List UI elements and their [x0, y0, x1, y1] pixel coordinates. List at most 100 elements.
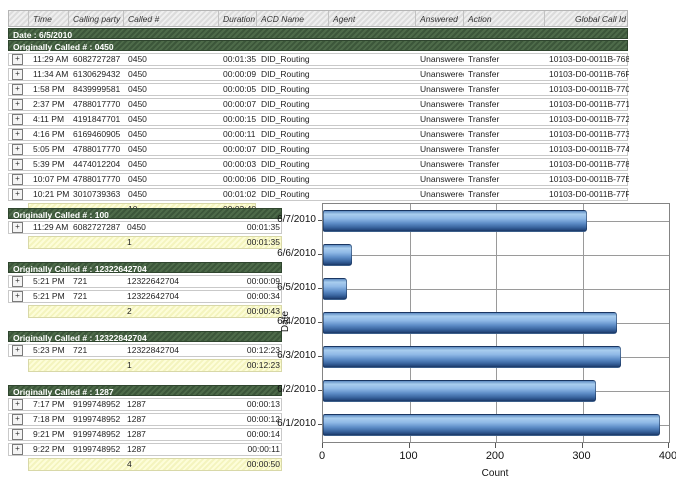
- x-axis-tick-label: 0: [302, 450, 342, 462]
- expand-cell: +: [9, 84, 29, 95]
- report-screen: TimeCalling party #Called #DurationACD N…: [0, 0, 676, 485]
- expand-icon[interactable]: +: [12, 291, 23, 302]
- global-call-id-cell: 10103-D0-0011B-77E: [545, 174, 629, 185]
- expand-icon[interactable]: +: [12, 159, 23, 170]
- duration-cell: 00:00:13: [219, 399, 283, 410]
- header-cell[interactable]: Action: [464, 11, 545, 26]
- time-cell: 1:58 PM: [29, 84, 69, 95]
- expand-cell: +: [9, 429, 29, 440]
- action-cell: Transfer: [464, 84, 545, 95]
- answered-cell: Unanswered: [416, 54, 464, 65]
- summary-row: 100:12:23: [28, 359, 282, 372]
- header-cell[interactable]: Answered: [416, 11, 464, 26]
- y-axis-category-label: 6/6/2010: [276, 248, 316, 259]
- time-cell: 5:39 PM: [29, 159, 69, 170]
- called-number-cell: 0450: [123, 222, 219, 233]
- bar: [323, 346, 621, 368]
- x-axis-tick: [668, 443, 669, 448]
- called-number-cell: 0450: [124, 189, 219, 200]
- action-cell: Transfer: [464, 69, 545, 80]
- acd-name-cell: DID_Routing: [257, 114, 329, 125]
- expand-cell: +: [9, 159, 29, 170]
- global-call-id-cell: 10103-D0-0011B-771: [545, 99, 629, 110]
- table-row: +9:22 PM9199748952128700:00:11: [8, 443, 282, 456]
- called-number-cell: 0450: [124, 144, 219, 155]
- duration-cell: 00:00:03: [219, 159, 257, 170]
- group-header: Originally Called # : 12322642704: [8, 262, 282, 273]
- time-cell: 5:23 PM: [29, 345, 69, 356]
- table-row: +7:18 PM9199748952128700:00:12: [8, 413, 282, 426]
- expand-icon[interactable]: +: [12, 444, 23, 455]
- y-axis-tick: [318, 288, 322, 289]
- x-axis-tick-label: 100: [389, 450, 429, 462]
- expand-icon[interactable]: +: [12, 222, 23, 233]
- bar: [323, 312, 617, 334]
- table-row: +11:29 AM6082727287045000:01:35DID_Routi…: [8, 53, 628, 66]
- expand-icon[interactable]: +: [12, 99, 23, 110]
- calling-party-cell: 4788017770: [69, 174, 124, 185]
- expand-icon[interactable]: +: [12, 276, 23, 287]
- global-call-id-cell: 10103-D0-0011B-76F: [545, 69, 629, 80]
- expand-cell: +: [9, 99, 29, 110]
- header-cell[interactable]: Agent: [329, 11, 416, 26]
- grid-line: [323, 289, 669, 290]
- expand-icon[interactable]: +: [12, 189, 23, 200]
- calling-party-cell: 721: [69, 345, 123, 356]
- global-call-id-cell: 10103-D0-0011B-773: [545, 129, 629, 140]
- called-number-cell: 0450: [124, 69, 219, 80]
- header-cell[interactable]: Time: [29, 11, 69, 26]
- expand-icon[interactable]: +: [12, 54, 23, 65]
- expand-icon[interactable]: +: [12, 345, 23, 356]
- expand-icon[interactable]: +: [12, 174, 23, 185]
- header-cell[interactable]: Called #: [124, 11, 219, 26]
- answered-cell: Unanswered: [416, 99, 464, 110]
- global-call-id-cell: 10103-D0-0011B-774: [545, 144, 629, 155]
- expand-cell: +: [9, 414, 29, 425]
- bar: [323, 414, 660, 436]
- duration-cell: 00:00:14: [219, 429, 283, 440]
- expand-icon[interactable]: +: [12, 84, 23, 95]
- header-cell[interactable]: ACD Name: [257, 11, 329, 26]
- acd-name-cell: DID_Routing: [257, 144, 329, 155]
- x-axis-tick-label: 200: [475, 450, 515, 462]
- expand-icon[interactable]: +: [12, 429, 23, 440]
- expand-cell: +: [9, 174, 29, 185]
- y-axis-tick: [318, 322, 322, 323]
- expand-icon[interactable]: +: [12, 399, 23, 410]
- expand-icon[interactable]: +: [12, 114, 23, 125]
- expand-icon[interactable]: +: [12, 144, 23, 155]
- header-cell[interactable]: [9, 11, 29, 26]
- summary-total-duration: 00:12:23: [219, 360, 283, 371]
- expand-icon[interactable]: +: [12, 69, 23, 80]
- called-number-cell: 0450: [124, 54, 219, 65]
- expand-icon[interactable]: +: [12, 414, 23, 425]
- called-number-cell: 12322842704: [123, 345, 219, 356]
- y-axis-category-label: 6/1/2010: [276, 418, 316, 429]
- answered-cell: Unanswered: [416, 159, 464, 170]
- y-axis-category-label: 6/4/2010: [276, 316, 316, 327]
- summary-count: 1: [123, 237, 219, 248]
- header-cell[interactable]: Calling party #: [69, 11, 124, 26]
- expand-cell: +: [9, 129, 29, 140]
- called-number-cell: 0450: [124, 99, 219, 110]
- calling-party-cell: 4191847701: [69, 114, 124, 125]
- called-number-cell: 1287: [123, 444, 219, 455]
- expand-cell: +: [9, 114, 29, 125]
- header-cell[interactable]: Global Call Id: [545, 11, 629, 26]
- global-call-id-cell: 10103-D0-0011B-772: [545, 114, 629, 125]
- plot-area: [322, 203, 670, 443]
- expand-icon[interactable]: +: [12, 129, 23, 140]
- calling-party-cell: 4788017770: [69, 144, 124, 155]
- called-number-cell: 0450: [124, 174, 219, 185]
- called-number-cell: 0450: [124, 129, 219, 140]
- time-cell: 7:17 PM: [29, 399, 69, 410]
- summary-row: 400:00:50: [28, 458, 282, 471]
- bar: [323, 244, 352, 266]
- y-axis-tick: [318, 220, 322, 221]
- action-cell: Transfer: [464, 174, 545, 185]
- called-number-cell: 1287: [123, 414, 219, 425]
- table-row: +5:21 PM7211232264270400:00:34: [8, 290, 282, 303]
- header-cell[interactable]: Duration: [219, 11, 257, 26]
- table-row: +5:21 PM7211232264270400:00:09: [8, 275, 282, 288]
- table-row: +5:23 PM7211232284270400:12:23: [8, 344, 282, 357]
